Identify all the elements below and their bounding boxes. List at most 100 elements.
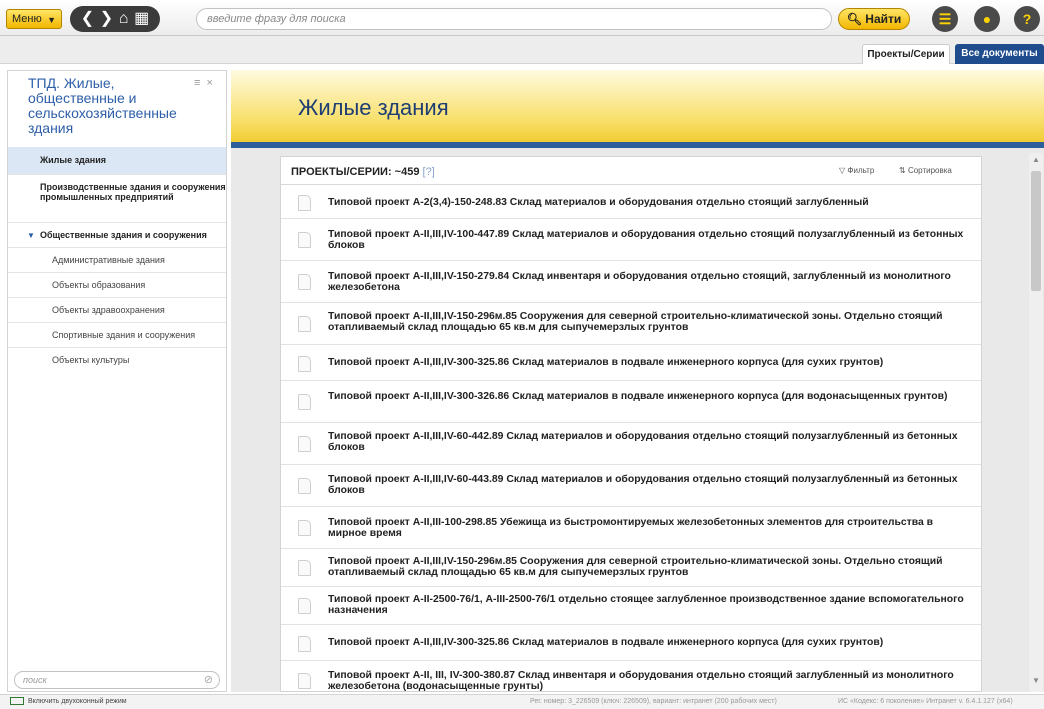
sidebar-item-label: Объекты культуры: [52, 355, 130, 365]
document-icon: [298, 195, 311, 211]
tabs-row: Проекты/Серии Все документы: [0, 36, 1044, 64]
list-item[interactable]: Типовой проект А-II,III,IV-300-325.86 Ск…: [281, 345, 981, 381]
list-item[interactable]: Типовой проект А-II,III,IV-60-442.89 Скл…: [281, 423, 981, 465]
tab-all-documents[interactable]: Все документы: [955, 44, 1044, 64]
document-title[interactable]: Типовой проект А-II,III,IV-300-325.86 Ск…: [328, 637, 968, 648]
document-icon: [298, 636, 311, 652]
document-title[interactable]: Типовой проект А-2(3,4)-150-248.83 Склад…: [328, 197, 968, 208]
help-link[interactable]: [?]: [423, 166, 435, 178]
main-content: Жилые здания ПРОЕКТЫ/СЕРИИ: ~459 [?] ▽ Ф…: [231, 70, 1044, 692]
document-title[interactable]: Типовой проект А-II,III,IV-100-447.89 Ск…: [328, 229, 968, 251]
hamburger-menu-icon[interactable]: ☰: [932, 6, 958, 32]
chevron-down-icon: ▼: [47, 15, 56, 25]
filter-button[interactable]: ▽ Фильтр: [839, 166, 874, 175]
list-item[interactable]: Типовой проект А-II,III,IV-150-279.84 Ск…: [281, 261, 981, 303]
expand-arrow-icon[interactable]: ▼: [27, 231, 35, 241]
dual-window-label: Включить двухоконный режим: [28, 698, 127, 705]
forward-icon[interactable]: ❯: [100, 6, 113, 32]
section-banner: Жилые здания: [231, 70, 1044, 148]
sidebar-item-industrial[interactable]: Производственные здания и сооружения про…: [8, 175, 226, 223]
sort-icon: ⇅: [899, 166, 906, 175]
sidebar-item-culture[interactable]: Объекты культуры: [8, 348, 226, 373]
app-window: Меню ▼ ❮ ❯ ⌂ ▦ введите фразу для поиска …: [0, 0, 1044, 709]
document-icon: [298, 356, 311, 372]
document-title[interactable]: Типовой проект А-II,III,IV-60-442.89 Скл…: [328, 431, 968, 453]
registration-info: Рег. номер: 3_226509 (ключ: 226509), вар…: [530, 698, 777, 705]
dual-window-toggle[interactable]: Включить двухоконный режим: [10, 695, 127, 709]
scroll-down-icon[interactable]: ▼: [1032, 676, 1040, 685]
search-icon: 🔍︎: [846, 12, 862, 26]
sidebar-item-healthcare[interactable]: Объекты здравоохранения: [8, 298, 226, 323]
filter-label: Фильтр: [847, 166, 875, 175]
tab-projects-series[interactable]: Проекты/Серии: [862, 44, 950, 64]
sidebar-item-label: Объекты здравоохранения: [52, 305, 165, 315]
list-item[interactable]: Типовой проект А-2(3,4)-150-248.83 Склад…: [281, 185, 981, 219]
scroll-up-icon[interactable]: ▲: [1032, 155, 1040, 164]
sidebar-item-label: Жилые здания: [40, 155, 106, 165]
sidebar-item-label: Спортивные здания и сооружения: [52, 330, 196, 340]
sidebar-item-education[interactable]: Объекты образования: [8, 273, 226, 298]
list-icon[interactable]: ≡: [194, 77, 200, 89]
sidebar-search-input[interactable]: поиск ⊘: [14, 671, 220, 689]
search-placeholder: введите фразу для поиска: [207, 13, 346, 25]
help-icon[interactable]: ?: [1014, 6, 1040, 32]
sidebar-item-label: Административные здания: [52, 255, 165, 265]
sidebar-item-public[interactable]: ▼ Общественные здания и сооружения: [8, 223, 226, 248]
document-title[interactable]: Типовой проект А-II,III-100-298.85 Убежи…: [328, 517, 968, 539]
document-icon: [298, 598, 311, 614]
document-title[interactable]: Типовой проект А-II, III, IV-300-380.87 …: [328, 670, 968, 691]
sort-label: Сортировка: [907, 166, 952, 175]
document-title[interactable]: Типовой проект А-II,III,IV-300-325.86 Ск…: [328, 357, 968, 368]
user-icon[interactable]: ●: [974, 6, 1000, 32]
menu-button[interactable]: Меню ▼: [6, 9, 62, 29]
list-item[interactable]: Типовой проект А-II,III,IV-100-447.89 Ск…: [281, 219, 981, 261]
document-title[interactable]: Типовой проект А-II,III,IV-150-279.84 Ск…: [328, 271, 968, 293]
sidebar-item-sports[interactable]: Спортивные здания и сооружения: [8, 323, 226, 348]
document-icon: [298, 394, 311, 410]
find-label: Найти: [865, 12, 902, 26]
document-title[interactable]: Типовой проект А-II,III,IV-150-296м.85 С…: [328, 311, 968, 333]
search-input[interactable]: введите фразу для поиска: [196, 8, 832, 30]
sidebar-item-label: Общественные здания и сооружения: [40, 230, 207, 240]
vertical-scrollbar[interactable]: ▲ ▼: [1029, 153, 1043, 692]
document-icon: [298, 478, 311, 494]
list-item[interactable]: Типовой проект А-II,III-100-298.85 Убежи…: [281, 507, 981, 549]
document-icon: [298, 232, 311, 248]
find-button[interactable]: 🔍︎ Найти: [838, 8, 910, 30]
document-icon: [298, 436, 311, 452]
list-header: ПРОЕКТЫ/СЕРИИ: ~459 [?] ▽ Фильтр ⇅ Сорти…: [281, 157, 981, 185]
document-icon: [298, 316, 311, 332]
home-icon[interactable]: ⌂: [119, 6, 129, 32]
document-title[interactable]: Типовой проект А-II,III,IV-150-296м.85 С…: [328, 556, 968, 578]
close-icon[interactable]: ×: [207, 77, 213, 89]
list-item[interactable]: Типовой проект А-II,III,IV-300-326.86 Ск…: [281, 381, 981, 423]
sidebar-controls: ≡ ×: [194, 77, 213, 89]
filter-icon: ▽: [839, 166, 846, 175]
version-info: ИС «Кодекс: 6 поколение» Интранет v. 6.4…: [838, 698, 1013, 705]
document-title[interactable]: Типовой проект А-II,III,IV-60-443.89 Скл…: [328, 474, 968, 496]
page-title: Жилые здания: [298, 95, 449, 120]
list-item[interactable]: Типовой проект А-II,III,IV-150-296м.85 С…: [281, 549, 981, 587]
document-icon: [298, 673, 311, 689]
status-bar: Включить двухоконный режим Рег. номер: 3…: [0, 694, 1044, 709]
dual-window-icon: [10, 697, 24, 706]
sidebar-item-administrative[interactable]: Административные здания: [8, 248, 226, 273]
list-item[interactable]: Типовой проект А-II, III, IV-300-380.87 …: [281, 661, 981, 691]
list-item[interactable]: Типовой проект А-II-2500-76/1, А-III-250…: [281, 587, 981, 625]
document-title[interactable]: Типовой проект А-II-2500-76/1, А-III-250…: [328, 594, 968, 616]
sort-button[interactable]: ⇅ Сортировка: [899, 166, 952, 175]
sidebar: ТПД. Жилые, общественные и сельскохозяйс…: [7, 70, 227, 692]
scroll-thumb[interactable]: [1031, 171, 1041, 291]
document-icon: [298, 560, 311, 576]
document-title[interactable]: Типовой проект А-II,III,IV-300-326.86 Ск…: [328, 391, 968, 402]
list-item[interactable]: Типовой проект А-II,III,IV-150-296м.85 С…: [281, 303, 981, 345]
grid-icon[interactable]: ▦: [134, 6, 149, 32]
menu-label: Меню: [12, 13, 42, 25]
clear-icon[interactable]: ⊘: [204, 672, 213, 688]
document-icon: [298, 520, 311, 536]
list-item[interactable]: Типовой проект А-II,III,IV-300-325.86 Ск…: [281, 625, 981, 661]
sidebar-item-residential[interactable]: Жилые здания: [8, 147, 226, 175]
list-item[interactable]: Типовой проект А-II,III,IV-60-443.89 Скл…: [281, 465, 981, 507]
back-icon[interactable]: ❮: [81, 6, 94, 32]
sidebar-search-placeholder: поиск: [23, 675, 47, 685]
